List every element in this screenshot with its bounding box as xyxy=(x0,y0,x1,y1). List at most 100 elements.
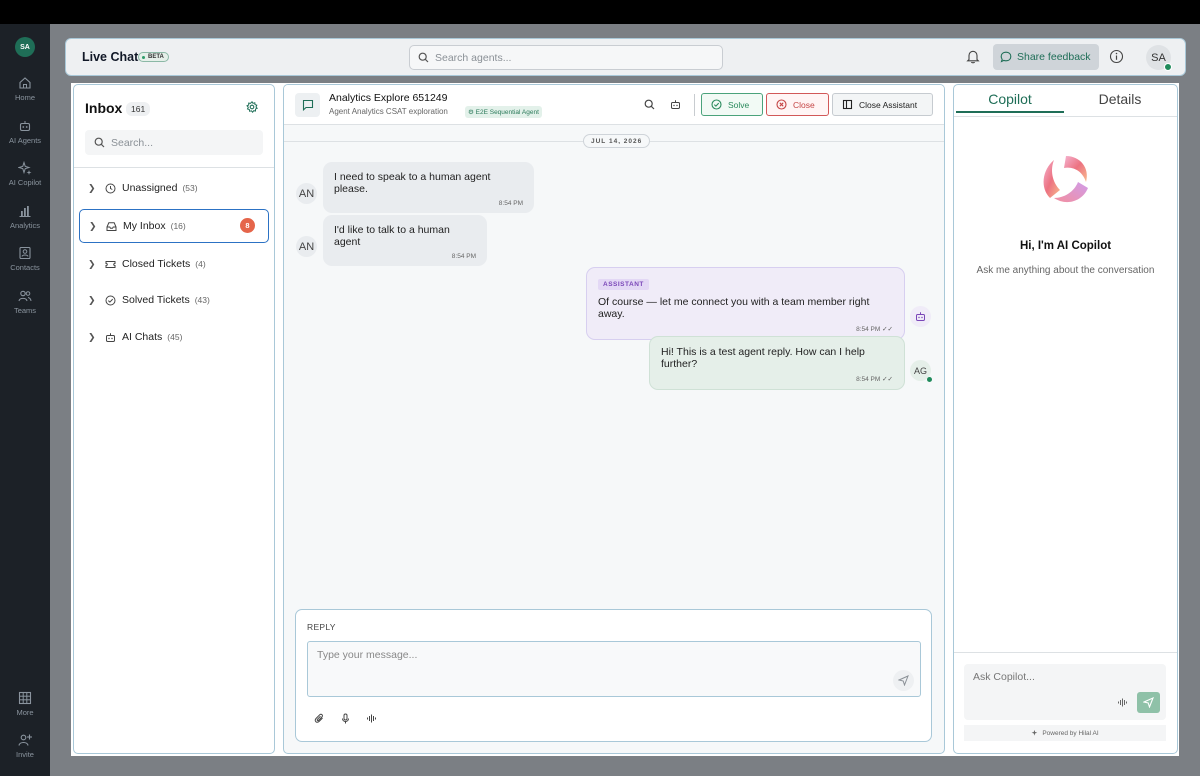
agent-search-input[interactable]: Search agents... xyxy=(409,45,723,70)
paperclip-icon[interactable] xyxy=(314,713,325,724)
message-time: 8:54 PM ✓✓ xyxy=(598,325,893,333)
left-nav: SA Home AI Agents AI Copilot Analytics C… xyxy=(0,24,50,776)
folder-label: Unassigned xyxy=(122,182,178,194)
header-avatar[interactable]: SA xyxy=(1146,45,1172,71)
grid-icon xyxy=(18,691,32,705)
nav-ai-agents[interactable]: AI Agents xyxy=(0,119,50,145)
double-check-icon: ✓✓ xyxy=(882,326,893,333)
conversation-icon-box xyxy=(295,93,320,117)
search-placeholder: Search agents... xyxy=(435,52,512,64)
chevron-right-icon: ❯ xyxy=(88,294,96,305)
inbox-search-input[interactable]: Search... xyxy=(85,130,263,155)
user-avatar[interactable]: SA xyxy=(15,37,35,57)
agent-avatar: AG xyxy=(910,360,932,382)
robot-icon xyxy=(106,332,115,342)
avatar: AN xyxy=(296,236,317,257)
nav-more[interactable]: More xyxy=(0,691,50,717)
close-label: Close xyxy=(793,99,815,110)
copilot-panel: Copilot Details Hi, I'm AI Copilot Ask m… xyxy=(953,84,1178,754)
home-icon xyxy=(19,77,31,89)
waveform-icon[interactable] xyxy=(366,713,377,724)
reply-input[interactable] xyxy=(307,641,921,697)
avatar: AN xyxy=(296,183,317,204)
assistant-message-bubble: ASSISTANT Of course — let me connect you… xyxy=(586,267,905,340)
bell-icon[interactable] xyxy=(966,49,980,64)
date-pill: JUL 14, 2026 xyxy=(583,134,651,148)
folder-my-inbox[interactable]: ❯ My Inbox (16) 8 xyxy=(79,209,269,243)
close-assistant-button[interactable]: Close Assistant xyxy=(832,93,933,116)
folder-count: (53) xyxy=(182,183,198,193)
reply-label: REPLY xyxy=(307,622,336,632)
folder-ai-chats[interactable]: ❯ AI Chats (45) xyxy=(79,320,269,354)
close-assistant-label: Close Assistant xyxy=(859,99,918,110)
chevron-right-icon: ❯ xyxy=(88,258,96,269)
message-time: 8:54 PM xyxy=(451,253,476,260)
send-button[interactable] xyxy=(893,670,914,691)
beta-badge: BETA xyxy=(138,52,169,62)
solve-button[interactable]: Solve xyxy=(701,93,763,116)
chevron-right-icon: ❯ xyxy=(88,331,96,342)
folder-label: My Inbox xyxy=(123,220,166,232)
contact-card-icon xyxy=(19,246,31,260)
brand-title: Live Chat xyxy=(82,50,139,64)
users-icon xyxy=(18,290,32,302)
message-text: I need to speak to a human agent please. xyxy=(334,171,491,195)
info-icon[interactable] xyxy=(1109,49,1124,64)
send-icon xyxy=(1143,697,1154,708)
user-plus-icon xyxy=(18,734,32,746)
robot-icon xyxy=(19,121,31,132)
copilot-subtitle: Ask me anything about the conversation xyxy=(976,265,1155,276)
sparkle-icon xyxy=(18,161,32,175)
sparkle-icon xyxy=(1031,729,1038,736)
chevron-right-icon: ❯ xyxy=(89,220,97,231)
agent-tag-label: E2E Sequential Agent xyxy=(475,109,539,116)
folder-label: Closed Tickets xyxy=(122,258,191,270)
workspace: Inbox 161 Search... ❯ Unassigned (53) ❯ … xyxy=(71,83,1179,756)
folder-closed-tickets[interactable]: ❯ Closed Tickets (4) xyxy=(79,247,269,281)
microphone-icon[interactable] xyxy=(340,713,351,724)
top-black-bar xyxy=(0,0,1200,24)
folder-count: (16) xyxy=(170,221,186,231)
tab-details[interactable]: Details xyxy=(1066,91,1174,111)
time-text: 8:54 PM xyxy=(856,326,881,333)
inbox-title: Inbox xyxy=(85,100,123,116)
waveform-icon[interactable] xyxy=(1117,697,1128,708)
nav-analytics[interactable]: Analytics xyxy=(0,204,50,230)
nav-contacts[interactable]: Contacts xyxy=(0,246,50,272)
divider xyxy=(954,116,1177,117)
nav-label: Analytics xyxy=(9,221,40,230)
nav-label: Invite xyxy=(16,750,34,759)
inbox-panel: Inbox 161 Search... ❯ Unassigned (53) ❯ … xyxy=(73,84,275,754)
gear-icon[interactable] xyxy=(246,101,258,113)
nav-home[interactable]: Home xyxy=(0,76,50,102)
nav-invite[interactable]: Invite xyxy=(0,733,50,759)
nav-label: Contacts xyxy=(10,263,40,272)
divider xyxy=(954,652,1177,653)
powered-by: Powered by Hilal AI xyxy=(964,725,1166,741)
nav-label: Home xyxy=(14,93,35,102)
folder-unassigned[interactable]: ❯ Unassigned (53) xyxy=(79,171,269,205)
nav-ai-copilot[interactable]: AI Copilot xyxy=(0,161,50,187)
inbox-count-badge: 161 xyxy=(126,102,151,116)
copilot-greeting: Hi, I'm AI Copilot xyxy=(1019,240,1112,252)
message-bubble: I'd like to talk to a human agent 8:54 P… xyxy=(323,215,487,266)
search-icon[interactable] xyxy=(644,99,655,110)
ask-copilot-input[interactable]: Ask Copilot... xyxy=(964,664,1166,720)
message-time: 8:54 PM xyxy=(498,200,523,207)
tab-copilot[interactable]: Copilot xyxy=(956,91,1064,113)
search-icon xyxy=(94,137,105,148)
reply-toolbar xyxy=(314,713,377,724)
folder-solved-tickets[interactable]: ❯ Solved Tickets (43) xyxy=(79,283,269,317)
close-button[interactable]: Close xyxy=(766,93,829,116)
send-icon xyxy=(898,675,909,686)
search-icon xyxy=(418,52,429,63)
copilot-send-button[interactable] xyxy=(1137,692,1160,713)
nav-teams[interactable]: Teams xyxy=(0,289,50,315)
nav-label: Teams xyxy=(13,306,37,315)
folder-count: (45) xyxy=(167,332,183,342)
folder-label: AI Chats xyxy=(122,331,163,343)
share-feedback-button[interactable]: Share feedback xyxy=(993,44,1099,70)
divider xyxy=(74,167,274,168)
ticket-icon xyxy=(105,260,116,268)
robot-icon[interactable] xyxy=(670,99,681,110)
